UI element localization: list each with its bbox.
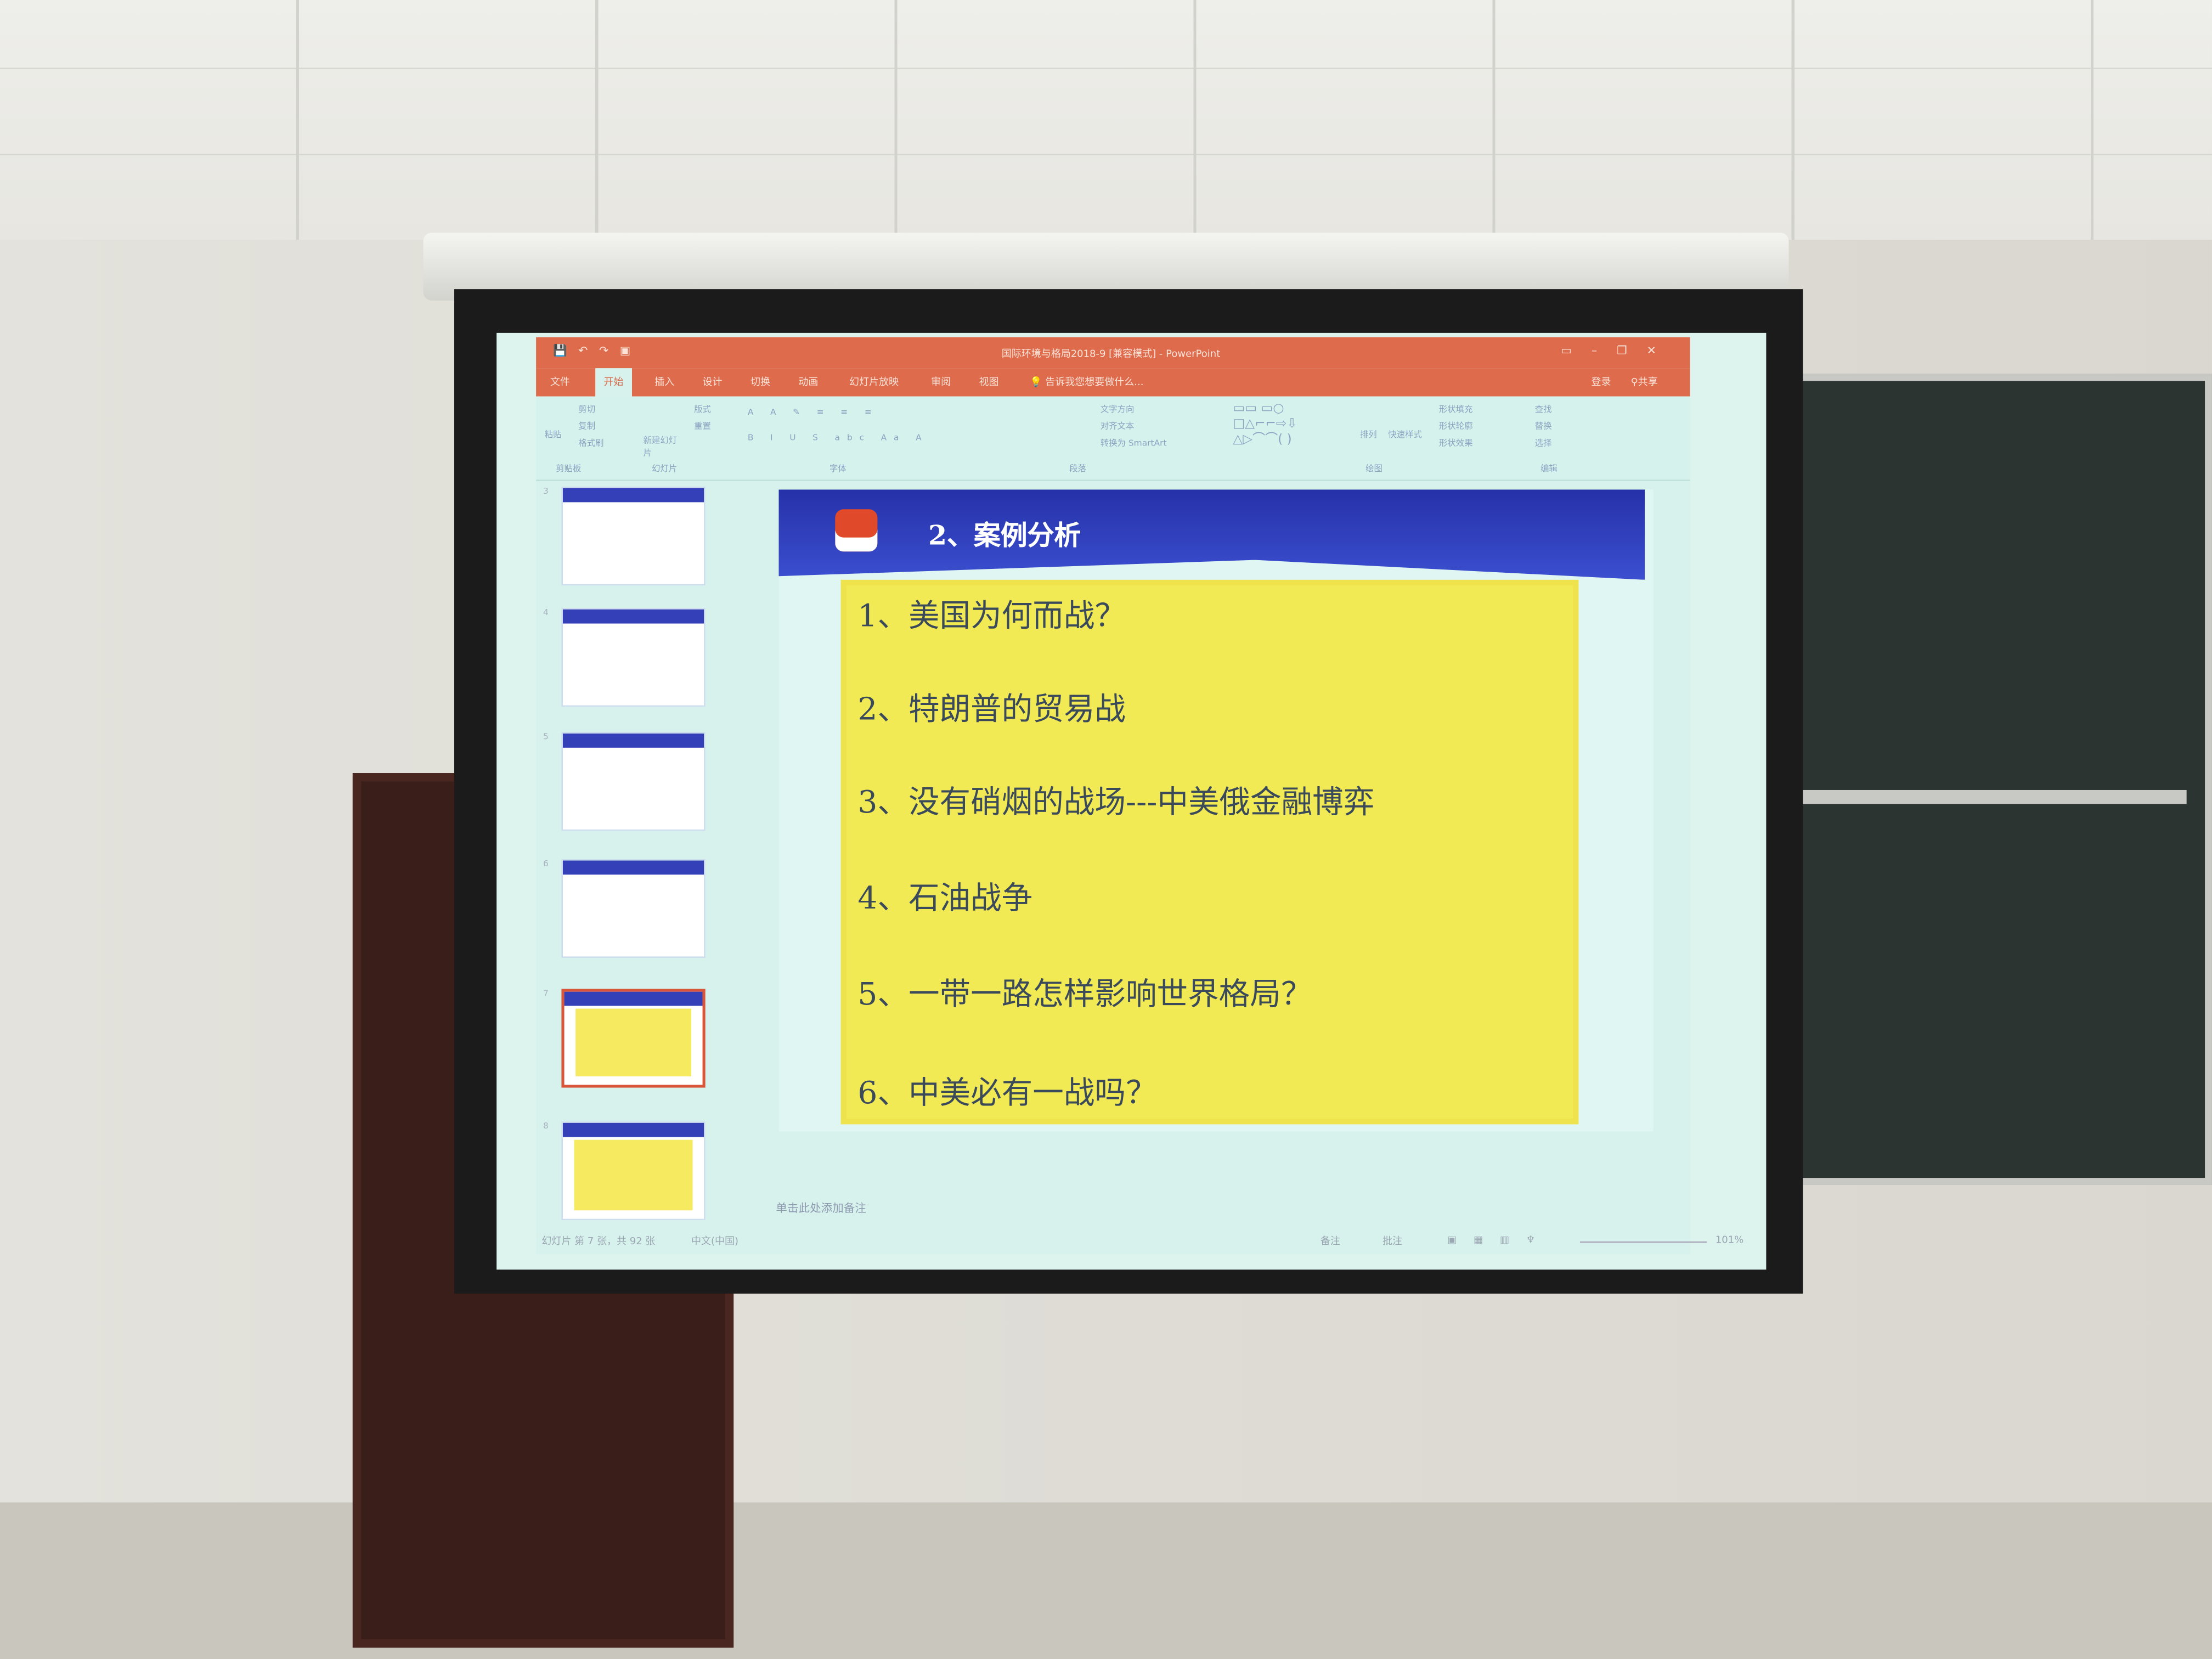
notes-toggle[interactable]: 备注 <box>1321 1234 1340 1249</box>
thumbnail-number: 7 <box>543 989 549 999</box>
group-drawing: 绘图 <box>1365 464 1383 474</box>
shape-outline-button[interactable]: 形状轮廓 <box>1439 419 1473 432</box>
tell-me-text: 告诉我您想要做什么... <box>1045 376 1144 388</box>
format-painter-button[interactable]: 格式刷 <box>578 436 603 449</box>
tab-home[interactable]: 开始 <box>595 368 632 397</box>
tab-design[interactable]: 设计 <box>703 375 723 390</box>
cut-button[interactable]: 剪切 <box>578 402 595 415</box>
window-controls[interactable]: ▭–❐✕ <box>1561 344 1675 357</box>
thumbnail-number: 8 <box>543 1121 549 1132</box>
lightbulb-icon: 💡 <box>1030 376 1042 388</box>
window-title: 国际环境与格局2018-9 [兼容模式] - PowerPoint <box>1001 348 1221 360</box>
list-item: 4、石油战争 <box>857 882 1033 917</box>
tab-file[interactable]: 文件 <box>550 375 570 390</box>
select-button[interactable]: 选择 <box>1535 436 1552 449</box>
copy-button[interactable]: 复制 <box>578 419 595 432</box>
tab-animations[interactable]: 动画 <box>798 375 818 390</box>
new-slide-button[interactable]: 新建幻灯片 <box>644 433 683 459</box>
status-bar: 幻灯片 第 7 张，共 92 张 中文(中国) 备注 批注 ▣▦▥♆ 101% <box>536 1229 1743 1254</box>
ceiling <box>0 0 2212 240</box>
share-label: 共享 <box>1638 376 1658 388</box>
zoom-level[interactable]: 101% <box>1716 1234 1743 1246</box>
list-item: 5、一带一路怎样影响世界格局？ <box>857 977 1312 1013</box>
thumbnail-slide-6[interactable] <box>561 859 706 958</box>
tab-view[interactable]: 视图 <box>979 375 999 390</box>
slide-thumbnails-pane[interactable]: 3 4 5 6 7 8 <box>536 484 706 1232</box>
thumbnail-slide-5[interactable] <box>561 732 706 831</box>
thumbnail-slide-3[interactable] <box>561 487 706 586</box>
layout-button[interactable]: 版式 <box>694 402 711 415</box>
replace-button[interactable]: 替换 <box>1535 419 1552 432</box>
floor <box>0 1502 2212 1659</box>
smartart-button[interactable]: 转换为 SmartArt <box>1101 436 1167 449</box>
photo-scene: 💾↶↷▣ 国际环境与格局2018-9 [兼容模式] - PowerPoint ▭… <box>0 0 2212 1659</box>
list-item: 6、中美必有一战吗？ <box>857 1076 1157 1112</box>
share-button[interactable]: ⚲共享 <box>1631 375 1658 390</box>
slide-title: 2、案例分析 <box>928 520 1081 552</box>
ribbon-tabs: 文件 开始 插入 设计 切换 动画 幻灯片放映 审阅 视图 💡 告诉我您想要做什… <box>536 368 1690 397</box>
group-slides: 幻灯片 <box>651 464 678 474</box>
group-font: 字体 <box>829 464 847 474</box>
thumbnail-slide-4[interactable] <box>561 608 706 707</box>
list-item: 2、特朗普的贸易战 <box>857 692 1126 728</box>
font-format-buttons[interactable]: B I U S abc Aa A <box>748 433 929 443</box>
arrange-button[interactable]: 排列 <box>1360 427 1377 440</box>
find-button[interactable]: 查找 <box>1535 402 1552 415</box>
puzzle-logo-icon <box>835 509 878 552</box>
board-divider <box>1763 789 2187 804</box>
font-controls[interactable]: A A ✎ ≡ ≡ ≡ <box>748 408 879 417</box>
list-item: 3、没有硝烟的战场---中美俄金融博弈 <box>857 786 1375 821</box>
signin-link[interactable]: 登录 <box>1592 375 1611 390</box>
slide-counter: 幻灯片 第 7 张，共 92 张 <box>541 1235 656 1248</box>
tab-transitions[interactable]: 切换 <box>751 375 770 390</box>
projected-image: 💾↶↷▣ 国际环境与格局2018-9 [兼容模式] - PowerPoint ▭… <box>496 332 1767 1270</box>
thumbnail-slide-8[interactable] <box>561 1121 706 1221</box>
tab-slideshow[interactable]: 幻灯片放映 <box>849 375 899 390</box>
ribbon-home: 粘贴 剪切 复制 格式刷 剪贴板 新建幻灯片 版式 重置 幻灯片 A A ✎ ≡… <box>536 396 1690 481</box>
thumbnail-number: 5 <box>543 732 549 742</box>
shape-fill-button[interactable]: 形状填充 <box>1439 402 1473 415</box>
title-bar: 💾↶↷▣ 国际环境与格局2018-9 [兼容模式] - PowerPoint ▭… <box>536 337 1690 369</box>
slide-canvas[interactable]: 2、案例分析 1、美国为何而战？ 2、特朗普的贸易战 3、没有硝烟的战场---中… <box>778 489 1654 1132</box>
list-item: 1、美国为何而战？ <box>857 599 1126 635</box>
paste-button[interactable]: 粘贴 <box>545 427 562 440</box>
tab-review[interactable]: 审阅 <box>931 375 951 390</box>
view-buttons[interactable]: ▣▦▥♆ <box>1447 1234 1552 1246</box>
slide-content-box[interactable]: 1、美国为何而战？ 2、特朗普的贸易战 3、没有硝烟的战场---中美俄金融博弈 … <box>846 585 1573 1119</box>
person-icon: ⚲ <box>1630 376 1638 388</box>
reset-button[interactable]: 重置 <box>694 419 711 432</box>
quick-styles-button[interactable]: 快速样式 <box>1388 427 1422 440</box>
group-clipboard: 剪贴板 <box>556 464 582 474</box>
tell-me-search[interactable]: 💡 告诉我您想要做什么... <box>1030 375 1143 390</box>
slide-header-band: 2、案例分析 <box>778 489 1645 580</box>
thumbnail-number: 3 <box>543 487 549 497</box>
comments-toggle[interactable]: 批注 <box>1383 1234 1402 1249</box>
powerpoint-window: 💾↶↷▣ 国际环境与格局2018-9 [兼容模式] - PowerPoint ▭… <box>536 337 1743 1254</box>
align-text-button[interactable]: 对齐文本 <box>1101 419 1135 432</box>
text-direction-button[interactable]: 文字方向 <box>1101 402 1135 415</box>
zoom-slider[interactable] <box>1579 1241 1707 1243</box>
shapes-gallery[interactable]: ▭▭ ▭○ □△⌐⌐⇨⇩ △▷⌒⌒( ) <box>1233 402 1331 449</box>
notes-pane[interactable]: 单击此处添加备注 <box>776 1200 866 1216</box>
blackboard <box>1742 374 2212 1185</box>
group-editing: 编辑 <box>1540 464 1558 474</box>
shape-effects-button[interactable]: 形状效果 <box>1439 436 1473 449</box>
tab-insert[interactable]: 插入 <box>654 375 674 390</box>
thumbnail-number: 6 <box>543 859 549 869</box>
group-paragraph: 段落 <box>1069 464 1087 474</box>
thumbnail-slide-7[interactable] <box>561 989 706 1088</box>
language-indicator[interactable]: 中文(中国) <box>691 1234 738 1249</box>
quick-access-toolbar[interactable]: 💾↶↷▣ <box>553 344 642 357</box>
thumbnail-number: 4 <box>543 608 549 618</box>
